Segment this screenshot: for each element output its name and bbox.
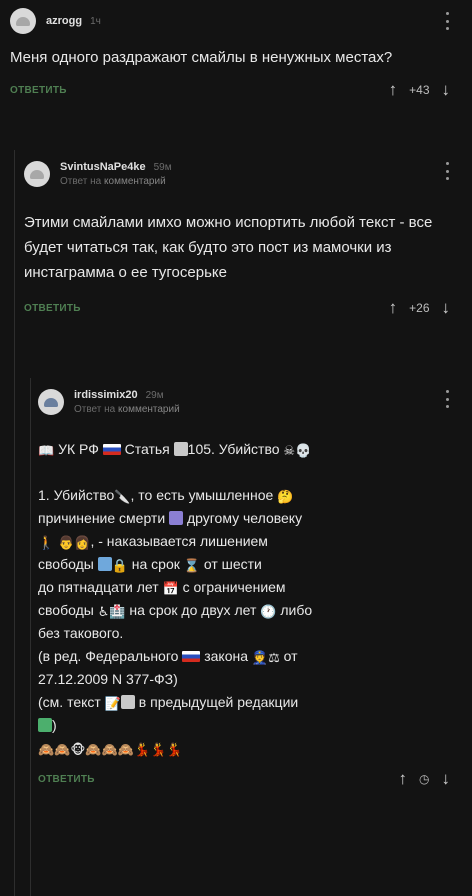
thread-line-level-2 [30, 378, 31, 896]
cross-icon [169, 511, 184, 525]
thread-line-level-1 [14, 150, 15, 896]
reply-to-link[interactable]: комментарий [118, 404, 180, 415]
downvote-icon[interactable]: ↓ [442, 298, 451, 318]
avatar[interactable] [38, 389, 64, 415]
calendar-icon: 📅 [162, 581, 179, 596]
russia-flag-icon [182, 651, 201, 662]
comment-header: azrogg 1ч [8, 0, 464, 42]
dancing-icon: 💃 [150, 742, 167, 757]
comment: irdissimix20 29м Ответ на комментарий 📖 … [36, 378, 464, 794]
thinking-face-icon: 🤔 [277, 489, 294, 504]
comment: SvintusNaPe4ke 59м Ответ на комментарий … [22, 150, 464, 323]
monkey-face-icon: 🐵 [70, 742, 86, 757]
comment-actions: ОТВЕТИТЬ ↑ +43 ↓ [8, 75, 464, 105]
dancing-icon: 💃 [133, 742, 151, 757]
upvote-icon[interactable]: ↑ [399, 769, 408, 789]
see-no-evil-monkey-icon: 🙈 [38, 742, 55, 757]
timestamp: 29м [145, 390, 164, 401]
username[interactable]: azrogg [46, 15, 82, 27]
avatar[interactable] [24, 161, 50, 187]
comment-actions: ОТВЕТИТЬ ↑ ◷ ↓ [36, 764, 464, 794]
upvote-icon[interactable]: ↑ [389, 80, 398, 100]
person-icon: 🚶 [38, 535, 55, 550]
comment-actions: ОТВЕТИТЬ ↑ +26 ↓ [22, 293, 464, 323]
see-no-evil-monkey-icon: 🙈 [85, 742, 102, 757]
more-options-icon[interactable] [446, 162, 450, 180]
russia-flag-icon [102, 444, 121, 455]
see-no-evil-monkey-icon: 🙈 [54, 742, 71, 757]
document-icon [120, 695, 135, 709]
reply-to-line: Ответ на комментарий [74, 404, 180, 415]
hospital-icon: 🏥 [109, 604, 126, 619]
more-options-icon[interactable] [446, 12, 450, 30]
knife-icon: 🔪 [114, 489, 131, 504]
judge-icon: 👮 [251, 650, 269, 665]
downvote-icon[interactable]: ↓ [442, 80, 451, 100]
article-title: 📖 УК РФ Статья 105. Убийство ☠💀 [38, 441, 312, 458]
vote-controls: ↑ +43 ↓ [389, 80, 450, 100]
skull-crossbones-icon: ☠ [283, 443, 296, 458]
book-icon [38, 718, 52, 732]
vote-controls: ↑ +26 ↓ [389, 298, 450, 318]
lock-icon: 🔒 [111, 558, 128, 573]
comment-text: 📖 УК РФ Статья 105. Убийство ☠💀 1. Убийс… [36, 438, 464, 760]
document-icon [173, 442, 188, 456]
memo-icon: 📝 [104, 696, 121, 711]
comment-text: Меня одного раздражают смайлы в ненужных… [10, 49, 393, 66]
reply-button[interactable]: ОТВЕТИТЬ [38, 774, 95, 785]
comment: azrogg 1ч Меня одного раздражают смайлы … [8, 0, 464, 105]
comment-header: SvintusNaPe4ke 59м Ответ на комментарий [22, 150, 464, 198]
reply-to-prefix: Ответ на [60, 176, 102, 187]
reply-to-prefix: Ответ на [74, 404, 116, 415]
timestamp: 59м [153, 162, 172, 173]
hourglass-icon: ⌛ [183, 558, 200, 573]
man-icon: 👨 [58, 535, 75, 550]
wheelchair-icon: ♿ [97, 604, 110, 619]
more-options-icon[interactable] [446, 390, 450, 408]
reply-to-line: Ответ на комментарий [60, 176, 172, 187]
reply-button[interactable]: ОТВЕТИТЬ [24, 303, 81, 314]
comment-text: Этими смайлами имхо можно испортить любо… [24, 214, 433, 281]
clock-icon: 🕐 [260, 604, 277, 619]
skull-icon: 💀 [295, 443, 312, 458]
reply-to-link[interactable]: комментарий [104, 176, 166, 187]
avatar[interactable] [10, 8, 36, 34]
reply-count-icon: ◷ [419, 772, 430, 786]
reply-button[interactable]: ОТВЕТИТЬ [10, 85, 67, 96]
woman-icon: 👩 [74, 535, 91, 550]
scales-icon: ⚖ [268, 650, 280, 665]
see-no-evil-monkey-icon: 🙈 [101, 742, 118, 757]
vote-controls: ↑ ◷ ↓ [399, 769, 450, 789]
grid-icon [97, 557, 112, 571]
score: +26 [409, 301, 430, 315]
username[interactable]: SvintusNaPe4ke [60, 161, 146, 173]
username[interactable]: irdissimix20 [74, 389, 138, 401]
downvote-icon[interactable]: ↓ [442, 769, 451, 789]
dancing-icon: 💃 [166, 742, 183, 757]
score: +43 [409, 83, 430, 97]
emoji-row: 🙈🙈🐵🙈🙈🙈💃💃💃 [38, 737, 452, 760]
see-no-evil-monkey-icon: 🙈 [117, 742, 134, 757]
comment-header: irdissimix20 29м Ответ на комментарий [36, 378, 464, 426]
upvote-icon[interactable]: ↑ [389, 298, 398, 318]
book-icon: 📖 [38, 443, 55, 458]
timestamp: 1ч [90, 16, 101, 27]
